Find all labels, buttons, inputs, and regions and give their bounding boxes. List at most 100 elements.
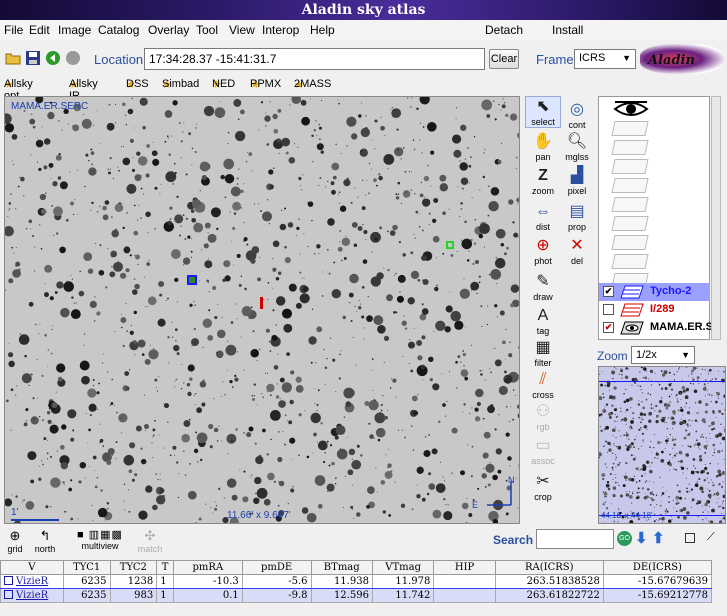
tool-label: cross — [532, 390, 554, 400]
pin-icon[interactable]: ⟋ — [707, 531, 715, 544]
menu-view[interactable]: View — [229, 23, 255, 37]
tool-filter[interactable]: ▦ filter — [525, 338, 561, 368]
column-header[interactable]: T — [156, 560, 174, 575]
search-input[interactable] — [536, 529, 614, 549]
table-cell: 983 — [109, 588, 158, 603]
tool-draw[interactable]: ✎ draw — [525, 272, 561, 302]
i289-source-marker[interactable] — [260, 297, 263, 309]
bookmark-label: DSS — [126, 78, 149, 90]
table-row[interactable]: VizieR 6235 1238 1 -10.3 -5.6 11.938 11.… — [0, 574, 713, 589]
image-layer-icon — [620, 321, 644, 335]
north-label: north — [34, 544, 56, 554]
tool-dist[interactable]: ⇔ dist — [525, 202, 561, 232]
column-header[interactable]: VTmag — [371, 560, 435, 575]
column-header[interactable]: TYC2 — [109, 560, 158, 575]
overview-frame-line — [599, 381, 725, 382]
scale-bar — [11, 519, 59, 521]
menu-detach[interactable]: Detach — [485, 23, 523, 37]
tool-prop[interactable]: ▤ prop — [559, 202, 595, 232]
tycho-source-marker[interactable] — [187, 275, 197, 285]
zoom-select[interactable]: 1/2x ▼ — [631, 346, 695, 364]
column-header[interactable]: pmDE — [241, 560, 312, 575]
arrow-up-icon[interactable]: ⬆ — [652, 529, 665, 547]
menu-interop[interactable]: Interop — [262, 23, 299, 37]
tool-cross[interactable]: ⫽ cross — [525, 370, 561, 400]
tool-select[interactable]: ⬉ select — [525, 96, 561, 128]
tool-mglss[interactable]: 🔍︎ mglss — [559, 132, 595, 162]
tool-zoom[interactable]: Zzoom — [525, 166, 561, 196]
column-header[interactable]: RA(ICRS) — [494, 560, 604, 575]
column-header[interactable]: TYC1 — [62, 560, 111, 575]
layer-tycho2[interactable]: ✔ Tycho-2 — [599, 283, 710, 301]
window-icon[interactable] — [685, 533, 695, 543]
column-header[interactable]: HIP — [433, 560, 496, 575]
tool-pixel[interactable]: ▟ pixel — [559, 166, 595, 196]
tool-assoc: ▭ assoc — [525, 436, 561, 466]
tycho-source-marker[interactable] — [446, 241, 454, 249]
menu-help[interactable]: Help — [310, 23, 335, 37]
layer-checkbox[interactable]: ✔ — [603, 322, 614, 333]
menu-tool[interactable]: Tool — [196, 23, 218, 37]
bookmarks-bar: ★Allsky opt ★Allsky IR ★DSS ★Simbad ★NED… — [0, 74, 600, 102]
table-cell: 263.61822722 — [494, 588, 604, 603]
vizier-link[interactable]: VizieR — [0, 574, 64, 589]
star-field-image — [5, 97, 519, 523]
column-header[interactable]: V — [0, 560, 64, 575]
layer-checkbox[interactable] — [603, 304, 614, 315]
go-icon[interactable]: GO — [617, 531, 632, 546]
layer-name: Tycho-2 — [650, 285, 692, 297]
vizier-link[interactable]: VizieR — [0, 588, 64, 603]
table-cell: 11.938 — [310, 574, 373, 589]
grid-button[interactable]: ⊕ grid — [4, 528, 26, 554]
filter-icon: ▦ — [535, 339, 551, 356]
column-header[interactable]: BTmag — [310, 560, 373, 575]
frame-select[interactable]: ICRS ▼ — [574, 49, 636, 69]
cell-text: VizieR — [16, 576, 49, 587]
window-title: Aladin sky atlas — [0, 0, 727, 20]
north-button[interactable]: ↰ north — [32, 528, 58, 554]
eye-icon[interactable] — [613, 99, 649, 119]
menu-install[interactable]: Install — [552, 23, 583, 37]
zoom-value: 1/2x — [636, 349, 657, 361]
layer-checkbox[interactable]: ✔ — [603, 286, 614, 297]
menu-catalog[interactable]: Catalog — [98, 23, 139, 37]
zoom-overview[interactable]: 44.16' x 44.18' — [598, 366, 726, 524]
tool-phot[interactable]: ⊕ phot — [525, 236, 561, 266]
target-icon: ⊕ — [536, 237, 550, 254]
clear-button[interactable]: Clear — [489, 49, 519, 69]
sky-view[interactable]: MAMA.ER.SERC 1' 11.66' x 9.667' N E — [4, 96, 520, 524]
arrow-down-icon[interactable]: ⬇ — [635, 529, 648, 547]
tool-label: rgb — [536, 422, 550, 432]
menu-overlay[interactable]: Overlay — [148, 23, 189, 37]
zoom-z-icon: Z — [538, 167, 548, 184]
menu-image[interactable]: Image — [58, 23, 91, 37]
column-header[interactable]: pmRA — [172, 560, 243, 575]
menu-file[interactable]: File — [4, 23, 23, 37]
crossmatch-icon: ⫽ — [539, 371, 547, 388]
layer-mama[interactable]: ✔ MAMA.ER.S — [599, 319, 713, 337]
stop-icon[interactable] — [65, 50, 81, 66]
table-cell: -15.67679639 — [602, 574, 713, 589]
column-header[interactable]: DE(ICRS) — [602, 560, 713, 575]
tool-cont[interactable]: ◎ cont — [559, 100, 595, 130]
tool-tag[interactable]: Atag — [525, 306, 561, 336]
ruler-icon: ⇔ — [535, 203, 551, 220]
scale-label: 1' — [11, 507, 19, 518]
tool-crop[interactable]: ✂ crop — [525, 472, 561, 502]
tool-del[interactable]: ✕ del — [559, 236, 595, 266]
tool-pan[interactable]: ✋ pan — [525, 132, 561, 162]
back-icon[interactable] — [45, 50, 61, 66]
table-row[interactable]: VizieR 6235 983 1 0.1 -9.8 12.596 11.742… — [0, 588, 713, 603]
multiview-button[interactable]: ■ ▥▦▩ multiview — [64, 528, 136, 551]
menu-edit[interactable]: Edit — [29, 23, 50, 37]
location-input[interactable] — [144, 48, 485, 70]
save-icon[interactable] — [25, 50, 41, 66]
table-cell: -5.6 — [241, 574, 312, 589]
tool-label: mglss — [565, 152, 589, 162]
tool-label: draw — [533, 292, 553, 302]
table-cell: 6235 — [62, 574, 111, 589]
table-cell: -10.3 — [172, 574, 243, 589]
layer-scrollbar[interactable] — [711, 96, 721, 340]
layer-i289[interactable]: I/289 — [599, 301, 710, 319]
open-folder-icon[interactable] — [5, 50, 21, 66]
